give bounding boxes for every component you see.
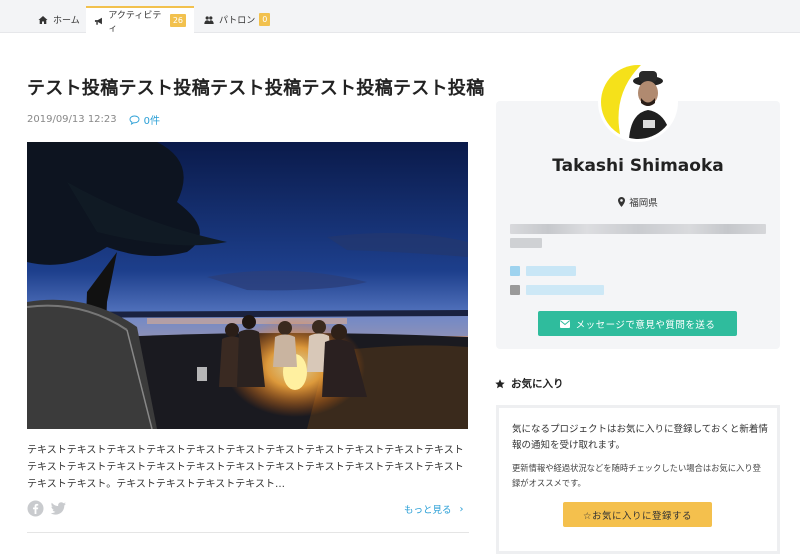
favorites-description: 気になるプロジェクトはお気に入りに登録しておくと新着情報の通知を受け取れます。: [512, 424, 768, 451]
favorites-note: 更新情報や経過状況などを随時チェックしたい場合はお気に入り登録がオススメです。: [512, 463, 761, 488]
envelope-icon: [559, 319, 570, 328]
tab-activity[interactable]: アクティビティ 26: [86, 6, 194, 34]
chevron-right-icon: ›: [459, 503, 464, 515]
favorites-heading: お気に入り: [495, 376, 564, 391]
avatar-image: [601, 65, 675, 139]
tab-bar: ホーム アクティビティ 26 パトロン 0: [0, 0, 800, 34]
home-icon: [38, 15, 48, 24]
facebook-icon[interactable]: [27, 500, 44, 517]
tab-activity-label: アクティビティ: [108, 10, 162, 34]
patron-count-badge: 0: [259, 13, 271, 26]
send-message-button[interactable]: メッセージで意見や質問を送る: [538, 311, 737, 336]
activity-count-badge: 26: [169, 14, 186, 27]
post-date: 2019/09/13 12:23: [27, 114, 117, 125]
favorites-heading-label: お気に入り: [511, 378, 564, 390]
campfire-photo: [27, 142, 468, 429]
tab-home-label: ホーム: [53, 16, 80, 26]
send-message-label: メッセージで意見や質問を送る: [575, 319, 716, 331]
post-image[interactable]: [27, 142, 468, 429]
tab-patron[interactable]: パトロン 0: [196, 6, 278, 33]
twitter-icon[interactable]: [50, 500, 67, 517]
location-label: 福岡県: [629, 198, 658, 209]
read-more-link[interactable]: もっと見る ›: [404, 502, 464, 517]
post-excerpt: テキストテキストテキストテキストテキストテキストテキストテキストテキストテキスト…: [27, 445, 464, 490]
profile-name: Takashi Shimaoka: [552, 156, 724, 176]
post-title[interactable]: テスト投稿テスト投稿テスト投稿テスト投稿テスト投稿: [27, 74, 485, 100]
tab-patron-label: パトロン: [219, 16, 256, 26]
profile-location: 福岡県: [496, 195, 780, 209]
comment-count: 0件: [143, 116, 161, 127]
star-icon: [495, 378, 505, 388]
users-icon: [204, 15, 214, 24]
comment-count-link[interactable]: 0件: [129, 112, 160, 127]
megaphone-icon: [94, 17, 102, 25]
read-more-label: もっと見る: [404, 505, 452, 516]
avatar[interactable]: [598, 62, 678, 142]
comment-icon: [129, 115, 140, 125]
map-pin-icon: [618, 197, 626, 207]
tab-home[interactable]: ホーム: [30, 6, 88, 33]
post-meta: 2019/09/13 12:23 0件: [27, 112, 160, 127]
add-to-favorites-button[interactable]: ☆お気に入りに登録する: [563, 502, 712, 527]
post-divider: [27, 532, 469, 533]
share-buttons: [27, 500, 73, 517]
